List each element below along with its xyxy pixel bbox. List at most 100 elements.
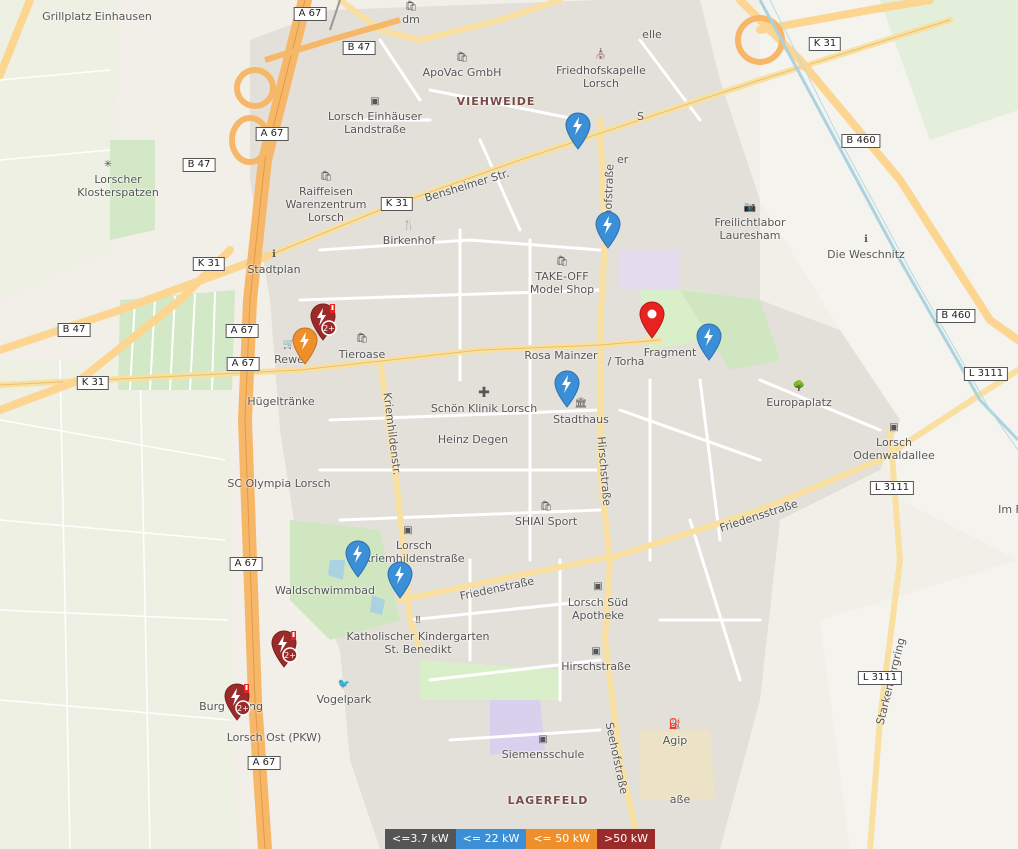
shield-a67: A 67 (293, 7, 327, 21)
label-fragment: Fragment (643, 346, 697, 359)
label-takeoff-model-shop: TAKE-OFF Model Shop (529, 270, 595, 296)
label-vogelpark: Vogelpark (316, 693, 372, 706)
bus-stop-icon: ▣ (591, 646, 601, 657)
label-lorsch-kriemhildenstrasse: Lorsch Kriemhildenstraße (363, 539, 465, 565)
kindergarten-icon: ‼ (415, 615, 421, 626)
district-lagerfeld: LAGERFELD (507, 794, 589, 807)
bus-stop-icon: ▣ (538, 734, 548, 745)
pin-dot-icon (647, 309, 657, 319)
charging-station-marker-22kw[interactable] (387, 561, 413, 599)
label-dm: dm (402, 13, 420, 26)
shield-k31: K 31 (808, 37, 842, 51)
shop-icon: 🛍 (555, 256, 569, 267)
restaurant-icon: 🍴 (402, 220, 416, 231)
map-canvas[interactable]: Grillplatz Einhausen dm ApoVac GmbH Frie… (0, 0, 1018, 849)
power-legend: <=3.7 kW <= 22 kW <= 50 kW >50 kW (385, 829, 655, 849)
shield-b460: B 460 (936, 309, 976, 323)
label-friedhofskapelle: Friedhofskapelle Lorsch (556, 64, 646, 90)
hiker-icon: ✳ (103, 159, 113, 170)
info-icon: ℹ (272, 249, 276, 260)
label-apovac: ApoVac GmbH (422, 66, 502, 79)
label-raiffeisen: Raiffeisen Warenzentrum Lorsch (285, 185, 367, 224)
label-lorsch-odenwaldallee: Lorsch Odenwaldallee (853, 436, 935, 462)
label-elle: elle (642, 28, 662, 41)
label-kindergarten: Katholischer Kindergarten St. Benedikt (346, 630, 490, 656)
shield-a67: A 67 (247, 756, 281, 770)
label-huegeltraenke: Hügeltränke (247, 395, 315, 408)
district-viehweide: VIEHWEIDE (456, 95, 536, 108)
bus-stop-icon: ▣ (370, 96, 380, 107)
shield-l3111: L 3111 (869, 481, 915, 495)
shield-a67: A 67 (255, 127, 289, 141)
map-base-layer (0, 0, 1018, 849)
label-siemensschule: Siemensschule (501, 748, 585, 761)
charging-station-cluster-marker[interactable]: 2+ (271, 630, 298, 668)
label-lorscher-klosterspatzen: Lorscher Klosterspatzen (77, 173, 159, 199)
label-grillplatz-einhausen: Grillplatz Einhausen (42, 10, 152, 23)
label-tieroase: Tieroase (338, 348, 386, 361)
label-stadtplan: Stadtplan (247, 263, 301, 276)
shield-b47: B 47 (342, 41, 376, 55)
shield-b47: B 47 (57, 323, 91, 337)
shop-icon: 🛍 (319, 171, 333, 182)
charging-station-cluster-marker[interactable]: 2+ (310, 303, 337, 341)
charging-station-marker-22kw[interactable] (696, 323, 722, 361)
bus-stop-icon: ▣ (403, 525, 413, 536)
charging-station-cluster-marker[interactable]: 2+ (224, 683, 251, 721)
legend-item-22kw: <= 22 kW (455, 829, 527, 849)
label-agip: Agip (662, 734, 688, 747)
shield-l3111: L 3111 (857, 671, 903, 685)
label-schoen-klinik: Schön Klinik Lorsch (430, 402, 538, 415)
label-waldschwimmbad: Waldschwimmbad (275, 584, 375, 597)
label-freilichtlabor: Freilichtlabor Lauresham (714, 216, 786, 242)
shield-b47: B 47 (182, 158, 216, 172)
info-icon: ℹ (864, 234, 868, 245)
shop-icon: 🛍 (539, 501, 553, 512)
label-heinz-degen: Heinz Degen (437, 433, 509, 446)
shield-a67: A 67 (225, 324, 259, 338)
cluster-count: 2+ (284, 651, 296, 660)
shield-a67: A 67 (229, 557, 263, 571)
legend-item-50kw: <= 50 kW (526, 829, 598, 849)
street-nibelungen: hofstraße (601, 163, 617, 217)
label-burg: Burg (199, 700, 225, 713)
street-s: S (637, 110, 644, 123)
bus-stop-icon: ▣ (593, 581, 603, 592)
bird-icon: 🐦 (337, 679, 351, 690)
charging-station-marker-22kw[interactable] (565, 112, 591, 150)
label-europaplatz: Europaplatz (766, 396, 832, 409)
hospital-icon: ✚ (478, 385, 490, 401)
label-hirschstrasse-stop: Hirschstraße (561, 660, 631, 673)
label-lorsch-einhaeuser-landstrasse: Lorsch Einhäuser Landstraße (327, 110, 423, 136)
tree-icon: 🌳 (792, 381, 806, 392)
shield-k31: K 31 (380, 197, 414, 211)
shop-icon: 🛍 (404, 1, 418, 12)
label-shiai-sport: SHIAI Sport (514, 515, 578, 528)
camera-icon: 📷 (743, 202, 757, 213)
shield-l3111: L 3111 (963, 367, 1009, 381)
cluster-count: 2+ (237, 704, 249, 713)
charging-station-marker-22kw[interactable] (345, 540, 371, 578)
cluster-count: 2+ (323, 324, 335, 333)
shield-k31: K 31 (76, 376, 110, 390)
selected-location-pin[interactable] (639, 301, 665, 339)
label-sc-olympia: SC Olympia Lorsch (227, 477, 331, 490)
label-stadthaus: Stadthaus (553, 413, 609, 426)
label-rosa-mainzer: Rosa Mainzer (524, 349, 598, 362)
shop-icon: 🛍 (355, 333, 369, 344)
charging-station-marker-22kw[interactable] (595, 211, 621, 249)
legend-item-3-7kw: <=3.7 kW (385, 829, 456, 849)
label-asse: aße (669, 793, 691, 806)
label-lorsch-ost: Lorsch Ost (PKW) (226, 731, 322, 744)
label-im-f: Im F (998, 503, 1018, 516)
label-birkenhof: Birkenhof (382, 234, 436, 247)
shield-a67: A 67 (226, 357, 260, 371)
shop-icon: 🛍 (455, 52, 469, 63)
label-burg-end: ng (249, 700, 263, 713)
shield-k31: K 31 (192, 257, 226, 271)
bus-stop-icon: ▣ (889, 422, 899, 433)
fuel-icon: ⛽ (668, 719, 682, 730)
street-er: er (617, 153, 629, 166)
charging-station-marker-22kw[interactable] (554, 370, 580, 408)
chapel-icon: ⛪ (594, 49, 608, 60)
